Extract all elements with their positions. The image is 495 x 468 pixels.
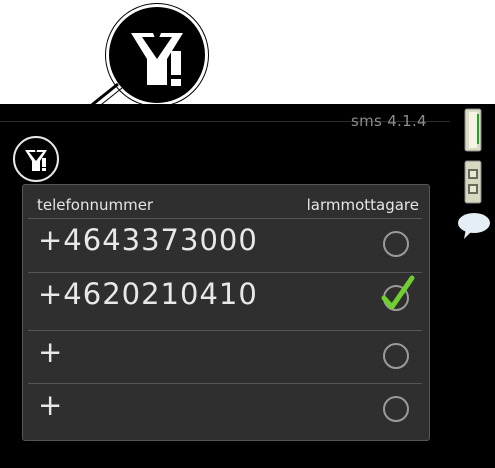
table-row[interactable]: +4620210410 [28, 272, 422, 323]
antenna-alert-icon [106, 4, 208, 106]
column-header-phone: telefonnummer [37, 196, 154, 214]
phone-number: + [38, 335, 64, 369]
menu-code: sms 4.1.4 [351, 112, 427, 130]
checkmark-icon [381, 275, 415, 310]
alarm-recipient-radio[interactable] [383, 396, 409, 422]
help-bubble-icon[interactable] [456, 211, 492, 241]
alarm-recipient-radio[interactable] [383, 231, 409, 257]
scroll-thumb-icon[interactable] [461, 160, 485, 204]
table-row[interactable]: + [28, 383, 422, 434]
column-header-alarm: larmmottagare [306, 196, 419, 214]
antenna-alert-small-icon [13, 136, 59, 182]
phone-number: +4620210410 [38, 277, 258, 311]
scroll-bar-icon[interactable] [461, 108, 485, 152]
table-row[interactable]: + [28, 330, 422, 381]
phone-number: +4643373000 [38, 223, 258, 257]
table-row[interactable]: +4643373000 [28, 218, 422, 269]
alarm-recipient-radio[interactable] [383, 343, 409, 369]
phone-number: + [38, 388, 64, 422]
